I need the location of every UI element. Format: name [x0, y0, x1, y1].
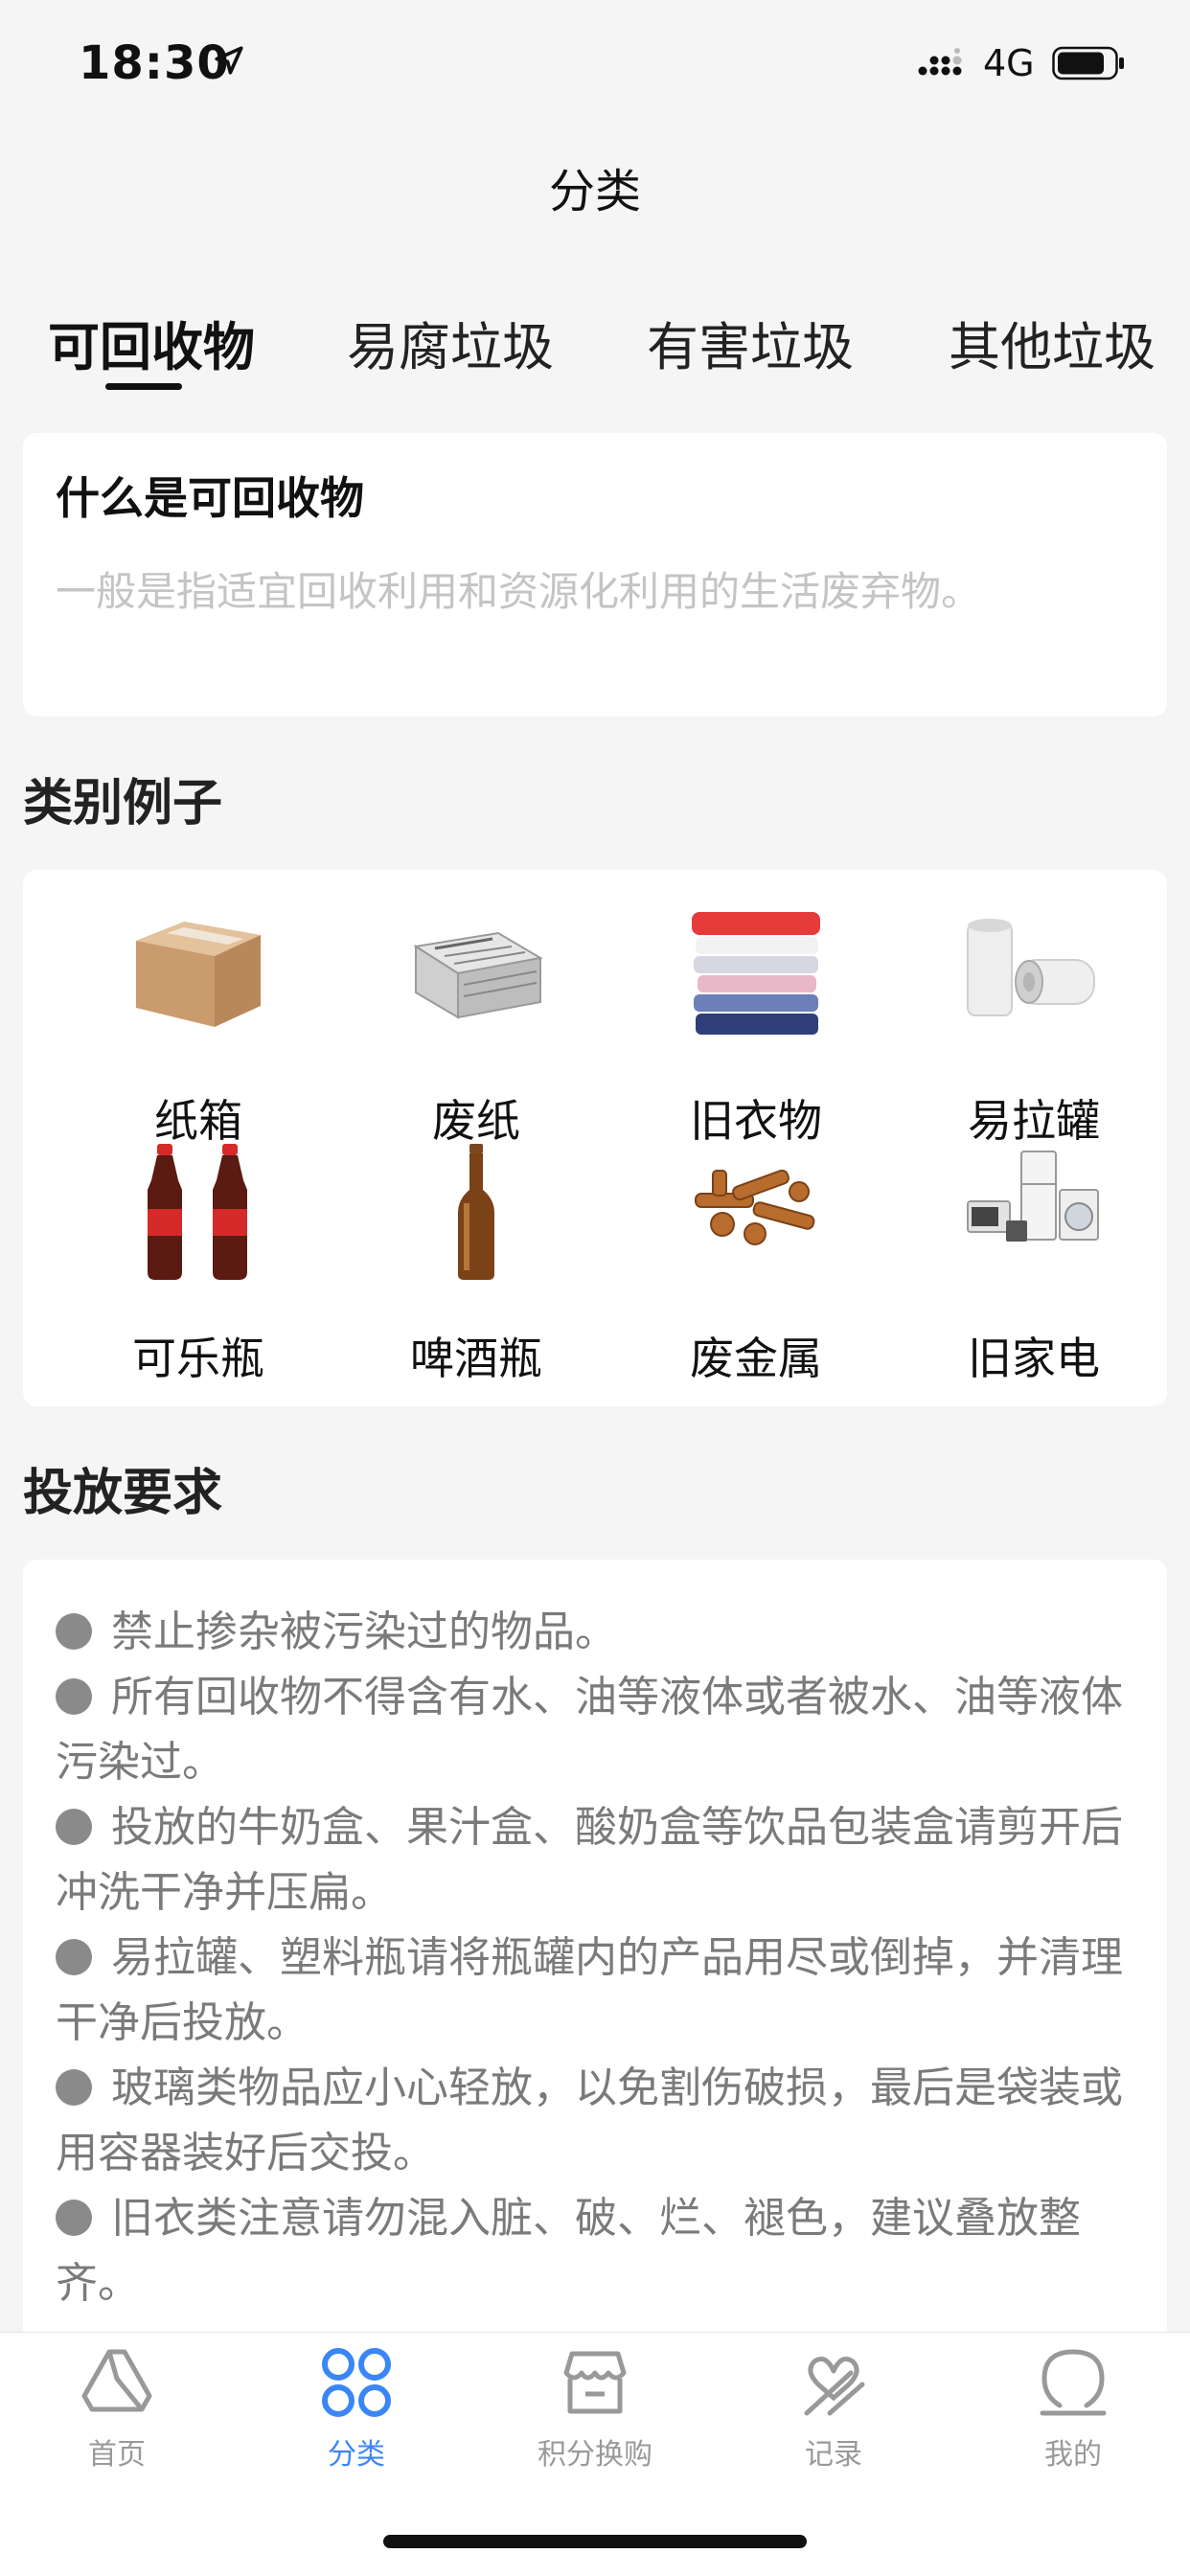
example-item-cola-bottle[interactable]: 可乐瓶 [59, 1142, 337, 1384]
folded-clothes-icon [692, 912, 820, 1035]
example-item-appliance[interactable]: 旧家电 [895, 1142, 1173, 1384]
active-tab-indicator [105, 383, 182, 390]
home-icon [81, 2349, 152, 2412]
tabbar-item-shop[interactable]: 积分换购 [499, 2346, 691, 2490]
cola-bottle-icon [148, 1144, 247, 1280]
tabbar-label: 我的 [1044, 2438, 1102, 2472]
examples-section-title: 类别例子 [23, 775, 223, 832]
rule-item: 玻璃类物品应小心轻放，以免割伤破损，最后是袋装或用容器装好后交投。 [56, 2056, 1148, 2186]
rule-text: 旧衣类注意请勿混入脏、破、烂、褪色，建议叠放整齐。 [56, 2194, 1081, 2308]
tabbar-item-home[interactable]: 首页 [21, 2346, 213, 2490]
examples-card: 纸箱 废纸 旧衣物 易拉罐 可乐瓶 啤酒瓶 废金属 旧家电 [23, 870, 1167, 1406]
rule-text: 易拉罐、塑料瓶请将瓶罐内的产品用尽或倒掉，并清理干净后投放。 [56, 1933, 1123, 2047]
example-label: 废金属 [690, 1333, 822, 1384]
example-item-newspaper[interactable]: 废纸 [337, 904, 615, 1147]
status-time: 18:30 [79, 36, 230, 90]
network-label: 4G [983, 42, 1035, 84]
example-label: 啤酒瓶 [410, 1333, 542, 1384]
battery-icon [1052, 46, 1124, 80]
location-arrow-icon [215, 46, 243, 75]
can-icon [967, 919, 1095, 1016]
rule-item: 禁止掺杂被污染过的物品。 [56, 1600, 1148, 1665]
rule-item: 易拉罐、塑料瓶请将瓶罐内的产品用尽或倒掉，并清理干净后投放。 [56, 1926, 1148, 2056]
rule-text: 投放的牛奶盒、果汁盒、酸奶盒等饮品包装盒请剪开后冲洗干净并压扁。 [56, 1803, 1123, 1917]
tabbar-label: 首页 [88, 2438, 146, 2472]
tab-recyclable[interactable]: 可回收物 [48, 305, 255, 380]
example-item-can[interactable]: 易拉罐 [895, 904, 1173, 1147]
example-label: 旧家电 [968, 1333, 1100, 1384]
example-label: 易拉罐 [968, 1095, 1100, 1147]
tab-perishable[interactable]: 易腐垃圾 [347, 305, 554, 380]
beer-bottle-icon [458, 1144, 494, 1280]
appliance-icon [967, 1151, 1099, 1242]
rule-text: 所有回收物不得含有水、油等液体或者被水、油等液体污染过。 [56, 1673, 1123, 1787]
bullet-dot [56, 1678, 92, 1715]
example-item-beer-bottle[interactable]: 啤酒瓶 [337, 1142, 615, 1384]
example-item-scrap-metal[interactable]: 废金属 [617, 1142, 895, 1384]
category-icon [322, 2348, 391, 2417]
bullet-dot [56, 1809, 92, 1845]
record-icon [804, 2357, 865, 2416]
rule-item: 旧衣类注意请勿混入脏、破、烂、褪色，建议叠放整齐。 [56, 2186, 1148, 2316]
bullet-dot [56, 1939, 92, 1975]
tabbar-item-record[interactable]: 记录 [738, 2346, 929, 2490]
page-title: 分类 [548, 165, 641, 218]
cardboard-box-icon [136, 922, 261, 1027]
bullet-dot [56, 1613, 92, 1650]
rule-item: 投放的牛奶盒、果汁盒、酸奶盒等饮品包装盒请剪开后冲洗干净并压扁。 [56, 1795, 1148, 1926]
tabbar-label: 记录 [805, 2438, 862, 2472]
metal-scrap-icon [695, 1169, 815, 1245]
tabbar-label: 积分换购 [538, 2438, 652, 2472]
profile-icon [1040, 2349, 1107, 2416]
example-item-clothes[interactable]: 旧衣物 [617, 904, 895, 1147]
example-label: 纸箱 [154, 1095, 242, 1147]
tabbar-item-profile[interactable]: 我的 [977, 2346, 1169, 2490]
rules-list: 禁止掺杂被污染过的物品。 所有回收物不得含有水、油等液体或者被水、油等液体污染过… [56, 1600, 1148, 2316]
bullet-dot [56, 2069, 92, 2106]
intro-title: 什么是可回收物 [56, 472, 364, 524]
tabbar-item-category[interactable]: 分类 [261, 2346, 452, 2490]
rules-card: 禁止掺杂被污染过的物品。 所有回收物不得含有水、油等液体或者被水、油等液体污染过… [23, 1560, 1167, 2345]
intro-card: 什么是可回收物 一般是指适宜回收利用和资源化利用的生活废弃物。 [23, 433, 1167, 717]
rules-section-title: 投放要求 [23, 1465, 223, 1522]
home-indicator [383, 2535, 807, 2548]
shop-icon [563, 2351, 627, 2414]
tab-other[interactable]: 其他垃圾 [949, 305, 1156, 380]
example-label: 可乐瓶 [132, 1333, 264, 1384]
example-item-cardboard[interactable]: 纸箱 [59, 904, 337, 1147]
example-label: 旧衣物 [690, 1095, 822, 1147]
rule-text: 禁止掺杂被污染过的物品。 [111, 1607, 617, 1656]
example-label: 废纸 [432, 1095, 520, 1147]
rule-text: 玻璃类物品应小心轻放，以免割伤破损，最后是袋装或用容器装好后交投。 [56, 2063, 1123, 2177]
newspaper-icon [413, 931, 543, 1019]
bullet-dot [56, 2200, 92, 2236]
tab-hazardous[interactable]: 有害垃圾 [647, 305, 854, 380]
intro-description: 一般是指适宜回收利用和资源化利用的生活废弃物。 [56, 568, 982, 615]
signal-icon [918, 48, 962, 76]
rule-item: 所有回收物不得含有水、油等液体或者被水、油等液体污染过。 [56, 1665, 1148, 1795]
status-bar: 18:30 4G [0, 0, 1190, 129]
tabbar-label: 分类 [328, 2438, 385, 2472]
